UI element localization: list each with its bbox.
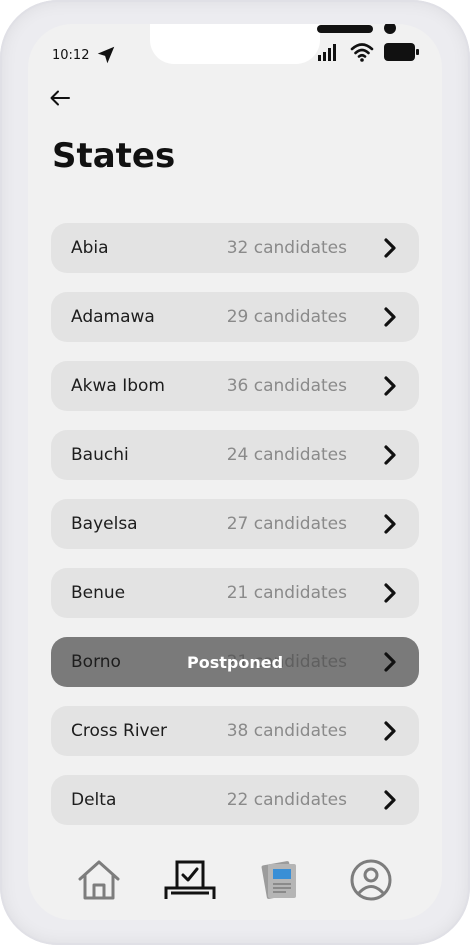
chevron-right-icon	[384, 307, 396, 327]
chevron-right-icon	[384, 652, 396, 672]
state-row-borno[interactable]: Borno 21 candidates Postponed	[51, 637, 419, 687]
state-name: Benue	[71, 583, 126, 603]
status-bar-icons	[318, 42, 420, 62]
tab-profile[interactable]	[343, 856, 399, 904]
candidate-count: 24 candidates	[226, 445, 347, 465]
states-list: Abia 32 candidates Adamawa 29 candidates…	[51, 223, 419, 844]
chevron-right-icon	[384, 721, 396, 741]
page-title: States	[52, 136, 176, 176]
state-row-adamawa[interactable]: Adamawa 29 candidates	[51, 292, 419, 342]
time-label: 10:12	[52, 47, 90, 63]
chevron-right-icon	[384, 376, 396, 396]
state-row-bauchi[interactable]: Bauchi 24 candidates	[51, 430, 419, 480]
candidate-count: 38 candidates	[226, 721, 347, 741]
candidate-count: 22 candidates	[226, 790, 347, 810]
ballot-box-icon	[164, 860, 216, 899]
newspaper-icon	[261, 861, 297, 899]
state-row-benue[interactable]: Benue 21 candidates	[51, 568, 419, 618]
state-name: Adamawa	[71, 307, 155, 327]
state-name: Abia	[71, 238, 109, 258]
profile-icon	[350, 859, 392, 901]
state-name: Cross River	[71, 721, 168, 741]
state-row-abia[interactable]: Abia 32 candidates	[51, 223, 419, 273]
front-camera	[384, 24, 396, 34]
signal-icon	[318, 44, 336, 61]
status-bar-time: 10:12	[52, 44, 117, 66]
back-button[interactable]	[48, 86, 72, 110]
state-name: Delta	[71, 790, 117, 810]
state-row-cross-river[interactable]: Cross River 38 candidates	[51, 706, 419, 756]
arrow-left-icon	[50, 90, 70, 106]
tab-news[interactable]	[252, 856, 308, 904]
tab-ballot[interactable]	[162, 856, 218, 904]
candidate-count: 32 candidates	[226, 238, 347, 258]
tab-home[interactable]	[71, 856, 127, 904]
battery-icon	[384, 43, 419, 61]
state-name: Bauchi	[71, 445, 129, 465]
notch	[150, 24, 396, 64]
speaker	[317, 25, 373, 33]
chevron-right-icon	[384, 514, 396, 534]
state-row-akwa-ibom[interactable]: Akwa Ibom 36 candidates	[51, 361, 419, 411]
phone-frame: 10:12 States Abia 32 candidates Adamawa …	[0, 0, 470, 945]
chevron-right-icon	[384, 445, 396, 465]
location-arrow-icon	[98, 46, 115, 64]
wifi-icon	[350, 43, 374, 62]
candidate-count: 27 candidates	[226, 514, 347, 534]
state-name: Bayelsa	[71, 514, 138, 534]
chevron-right-icon	[384, 583, 396, 603]
state-row-bayelsa[interactable]: Bayelsa 27 candidates	[51, 499, 419, 549]
candidate-count: 21 candidates	[226, 583, 347, 603]
home-icon	[78, 860, 120, 900]
app-screen: 10:12 States Abia 32 candidates Adamawa …	[28, 24, 442, 920]
state-name: Akwa Ibom	[71, 376, 165, 396]
chevron-right-icon	[384, 790, 396, 810]
postponed-label: Postponed	[186, 652, 284, 672]
candidate-count: 29 candidates	[226, 307, 347, 327]
state-row-delta[interactable]: Delta 22 candidates	[51, 775, 419, 825]
candidate-count: 36 candidates	[226, 376, 347, 396]
bottom-tab-bar	[28, 850, 442, 910]
chevron-right-icon	[384, 238, 396, 258]
